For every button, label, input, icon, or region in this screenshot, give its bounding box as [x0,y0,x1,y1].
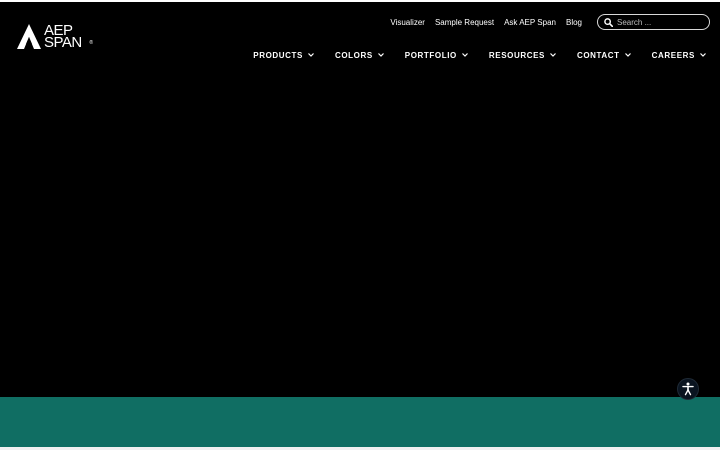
teal-footer-band [0,397,720,447]
chevron-down-icon [461,53,468,57]
logo-line-2: SPAN [44,34,82,51]
nav-portfolio-label: PORTFOLIO [404,50,457,60]
main-nav: PRODUCTS COLORS PORTFOLIO RESOURCES CONT… [253,49,706,61]
nav-products-label: PRODUCTS [253,50,303,60]
nav-resources-label: RESOURCES [488,50,545,60]
accessibility-icon [682,382,694,396]
utility-nav: Visualizer Sample Request Ask AEP Span B… [390,14,710,30]
nav-contact[interactable]: CONTACT [577,51,631,60]
search-box[interactable] [597,14,710,30]
chevron-down-icon [550,53,556,57]
logo-wordmark: AEP SPAN [44,23,82,51]
util-link-visualizer[interactable]: Visualizer [390,18,425,27]
chevron-down-icon [700,53,706,57]
chevron-down-icon [308,53,314,57]
logo-registered-mark: ® [89,40,93,46]
nav-resources[interactable]: RESOURCES [489,51,556,60]
aep-span-logo-mark-icon [17,24,41,49]
nav-contact-label: CONTACT [576,50,620,60]
chevron-down-icon [377,53,384,57]
accessibility-button[interactable] [677,378,699,400]
nav-products[interactable]: PRODUCTS [253,51,314,60]
nav-colors[interactable]: COLORS [335,51,384,60]
util-link-blog[interactable]: Blog [566,18,582,27]
chevron-down-icon [624,53,631,57]
search-input[interactable] [617,17,707,27]
hero-section: AEP SPAN ® Visualizer Sample Request Ask… [0,2,720,397]
util-link-ask-aep-span[interactable]: Ask AEP Span [504,18,556,27]
nav-colors-label: COLORS [334,50,373,60]
nav-careers[interactable]: CAREERS [652,51,706,60]
aep-span-logo[interactable]: AEP SPAN ® [16,22,96,52]
nav-portfolio[interactable]: PORTFOLIO [405,51,468,60]
nav-careers-label: CAREERS [651,50,695,60]
search-icon[interactable] [604,17,613,27]
util-link-sample-request[interactable]: Sample Request [435,18,494,27]
